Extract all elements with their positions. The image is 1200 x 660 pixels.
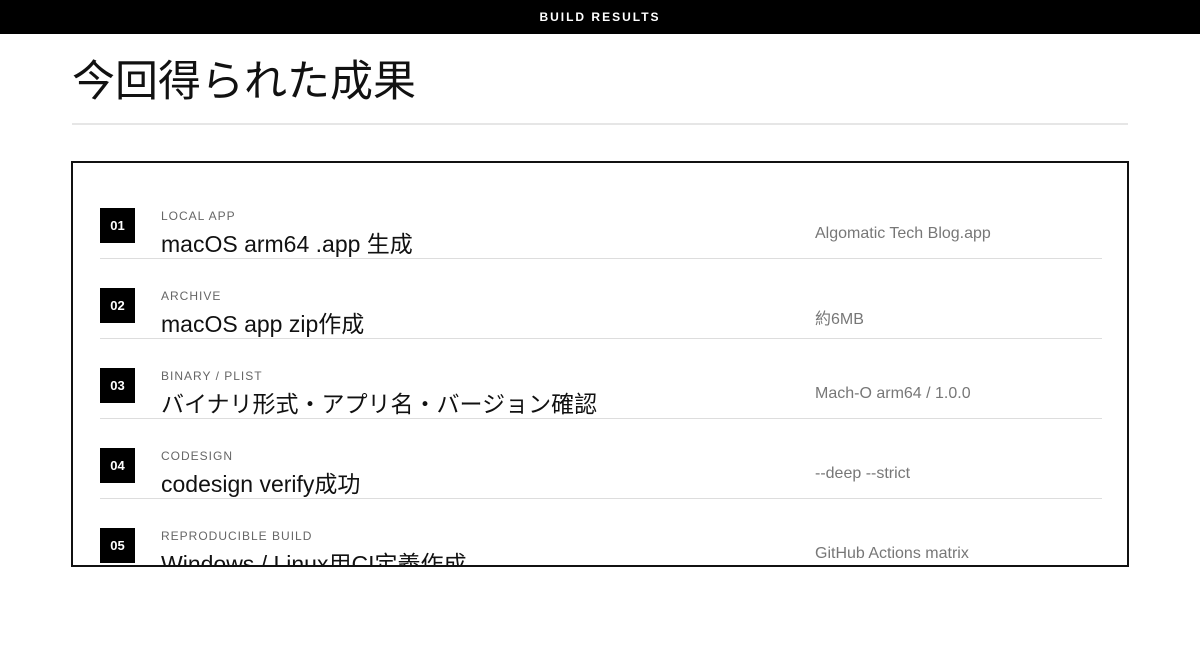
row-category: LOCAL APP — [161, 209, 236, 223]
row-category: ARCHIVE — [161, 289, 222, 303]
row-detail: GitHub Actions matrix — [815, 545, 969, 562]
result-row: 02 ARCHIVE macOS app zip作成 約6MB — [100, 259, 1102, 339]
row-category: REPRODUCIBLE BUILD — [161, 529, 313, 543]
row-number-badge: 01 — [100, 208, 135, 243]
row-title: macOS app zip作成 — [161, 311, 365, 337]
row-number-badge: 03 — [100, 368, 135, 403]
row-detail: 約6MB — [815, 311, 864, 328]
row-detail: Algomatic Tech Blog.app — [815, 225, 991, 242]
row-detail: Mach-O arm64 / 1.0.0 — [815, 385, 971, 402]
top-header-bar: BUILD RESULTS — [0, 0, 1200, 34]
row-title: Windows / Linux用CI定義作成 — [161, 551, 467, 567]
header-label: BUILD RESULTS — [539, 10, 661, 24]
row-number-badge: 05 — [100, 528, 135, 563]
result-row: 01 LOCAL APP macOS arm64 .app 生成 Algomat… — [100, 179, 1102, 259]
result-row: 05 REPRODUCIBLE BUILD Windows / Linux用CI… — [100, 499, 1102, 567]
row-detail: --deep --strict — [815, 465, 911, 482]
row-title: バイナリ形式・アプリ名・バージョン確認 — [161, 391, 598, 417]
page-title: 今回得られた成果 — [72, 58, 416, 106]
row-title: macOS arm64 .app 生成 — [161, 231, 413, 257]
row-title: codesign verify成功 — [161, 471, 361, 497]
result-row: 03 BINARY / PLIST バイナリ形式・アプリ名・バージョン確認 Ma… — [100, 339, 1102, 419]
row-number-badge: 04 — [100, 448, 135, 483]
results-panel: 01 LOCAL APP macOS arm64 .app 生成 Algomat… — [71, 161, 1129, 567]
row-number-badge: 02 — [100, 288, 135, 323]
title-divider — [72, 123, 1128, 125]
row-category: BINARY / PLIST — [161, 369, 263, 383]
row-category: CODESIGN — [161, 449, 234, 463]
result-row: 04 CODESIGN codesign verify成功 --deep --s… — [100, 419, 1102, 499]
